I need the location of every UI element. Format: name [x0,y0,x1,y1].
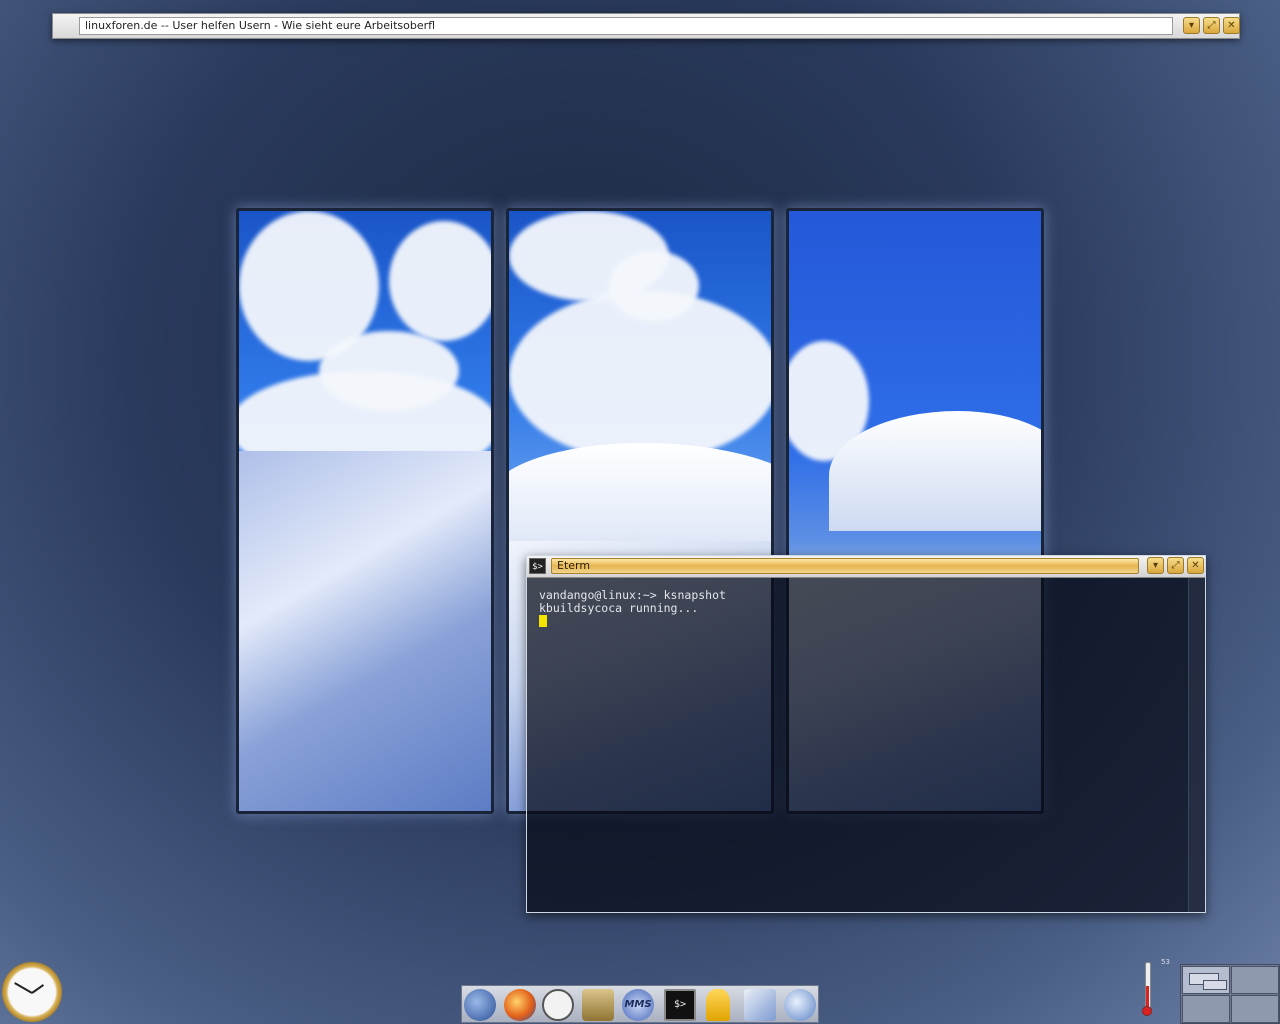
close-icon[interactable]: ✕ [1223,17,1240,34]
clock-hand [31,984,45,994]
browser-window-title[interactable]: linuxforen.de -- User helfen Usern - Wie… [79,17,1173,35]
pager-desktop-2[interactable] [1231,966,1279,994]
maximize-icon[interactable]: ⤢ [1203,17,1220,34]
eterm-titlebar[interactable]: $> Eterm ▾ ⤢ ✕ [527,556,1205,578]
thermometer-icon[interactable] [1142,962,1152,1020]
terminal-scrollbar[interactable] [1188,578,1205,912]
chevron-down-icon[interactable]: ▾ [1183,17,1200,34]
terminal-output[interactable]: vandango@linux:~> ksnapshot kbuildsycoca… [527,578,1189,912]
temperature-value: 53 [1161,958,1170,966]
clock-app-icon[interactable] [542,989,574,1021]
clock-hand [14,982,33,994]
pager-desktop-4[interactable] [1231,995,1279,1023]
terminal-line: kbuildsycoca running... [539,601,699,615]
pager-desktop-3[interactable] [1182,995,1230,1023]
eterm-window[interactable]: $> Eterm ▾ ⤢ ✕ vandango@linux:~> ksnapsh… [526,555,1206,913]
pager-desktop-1[interactable] [1182,966,1230,994]
mms-label: MMS [624,999,652,1010]
desktop-pager [1180,964,1280,1024]
gimp-icon[interactable] [582,989,614,1021]
terminal-label: $> [673,999,687,1010]
terminal-icon[interactable]: $> [664,989,696,1021]
terminal-cursor [539,615,547,627]
analog-clock[interactable] [2,962,62,1022]
eterm-title[interactable]: Eterm [551,558,1139,574]
mms-icon[interactable]: MMS [622,989,654,1021]
thunderbird-icon[interactable] [464,989,496,1021]
browser-window[interactable]: linuxforen.de -- User helfen Usern - Wie… [52,13,1240,39]
firefox-icon[interactable] [504,989,536,1021]
maximize-icon[interactable]: ⤢ [1167,557,1184,574]
settings-icon[interactable] [784,989,816,1021]
wallpaper-panel-left [236,208,494,814]
close-icon[interactable]: ✕ [1187,557,1204,574]
chevron-down-icon[interactable]: ▾ [1147,557,1164,574]
application-dock: MMS $> [461,985,819,1023]
pager-window [1203,980,1227,990]
terminal-line: vandango@linux:~> ksnapshot [539,588,726,602]
editor-icon[interactable] [744,989,776,1021]
user-icon[interactable] [706,989,730,1021]
terminal-app-icon[interactable]: $> [529,558,546,574]
